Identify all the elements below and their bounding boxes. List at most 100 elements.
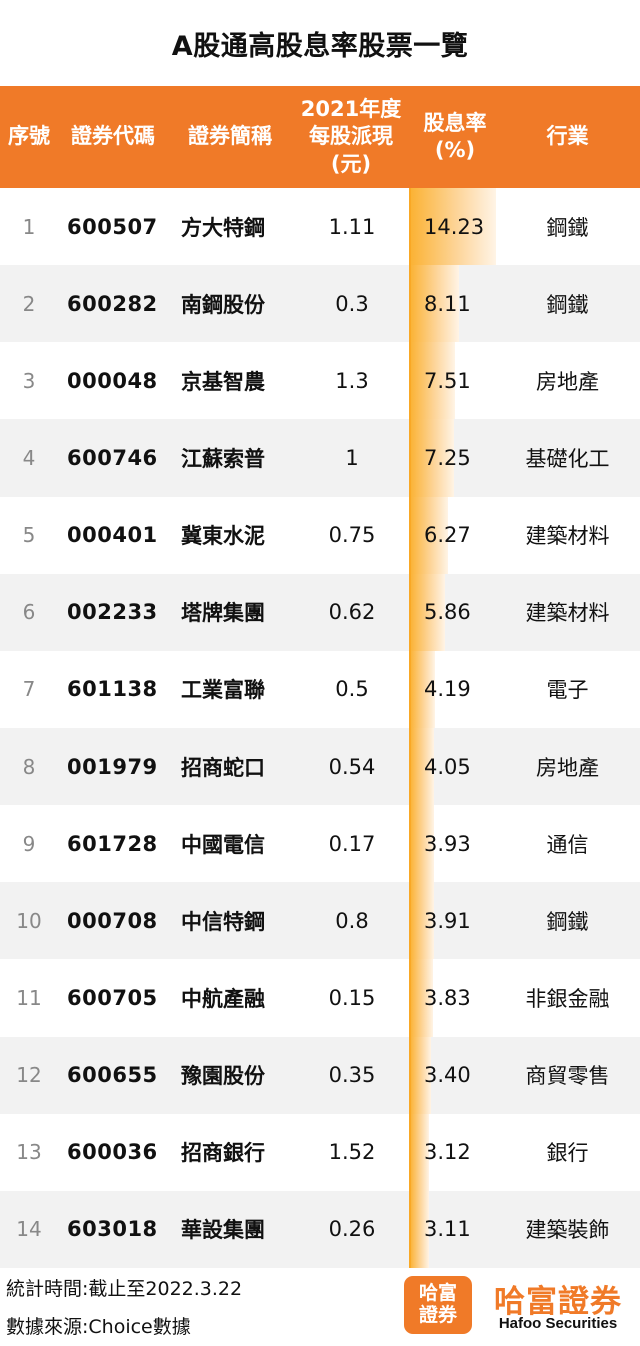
table-row: 6 002233 塔牌集團 0.62 5.86 建築材料 [0, 573, 640, 651]
row-dividend: 0.15 [328, 985, 376, 1010]
brand-logo-badge: 哈富 證券 [404, 1276, 472, 1334]
table-row: 11 600705 中航產融 0.15 3.83 非銀金融 [0, 959, 640, 1037]
row-yield: 3.83 [424, 985, 471, 1010]
row-index: 8 [22, 754, 36, 779]
header-yield-line1: 股息率 [423, 110, 487, 135]
brand-name-en: Hafoo Securities [498, 1315, 618, 1332]
header-index: 序號 [8, 124, 50, 149]
table-header: 序號 證券代碼 證券簡稱 2021年度 每股派現 (元) 股息率 (%) 行業 [0, 86, 640, 188]
row-name: 中國電信 [181, 832, 265, 857]
table-row: 14 603018 華設集團 0.26 3.11 建築裝飾 [0, 1190, 640, 1268]
table-row: 2 600282 南鋼股份 0.3 8.11 鋼鐵 [0, 265, 640, 343]
row-code: 000401 [67, 523, 158, 548]
row-dividend: 0.8 [335, 908, 369, 933]
table-row: 9 601728 中國電信 0.17 3.93 通信 [0, 805, 640, 883]
row-yield: 14.23 [424, 214, 485, 239]
row-index: 2 [22, 291, 36, 316]
row-yield: 8.11 [424, 291, 471, 316]
row-name: 豫園股份 [181, 1064, 265, 1089]
row-code: 001979 [67, 754, 158, 779]
row-name: 冀東水泥 [181, 524, 265, 549]
row-yield: 7.25 [424, 445, 471, 470]
row-name: 江蘇索普 [181, 446, 265, 471]
row-code: 600507 [67, 214, 158, 239]
row-yield: 5.86 [424, 600, 471, 625]
row-code: 000708 [67, 908, 158, 933]
row-yield: 3.40 [424, 1063, 471, 1088]
row-code: 600036 [67, 1140, 158, 1165]
row-code: 601138 [67, 677, 158, 702]
row-dividend: 0.3 [335, 291, 369, 316]
header-dividend-line3: (元) [330, 151, 372, 176]
row-yield: 7.51 [424, 368, 471, 393]
header-dividend-line1: 2021年度 [300, 97, 402, 122]
row-name: 中信特鋼 [181, 909, 265, 934]
row-dividend: 0.62 [328, 600, 376, 625]
brand-logo-line2: 證券 [418, 1304, 457, 1326]
yield-bar-axis [409, 188, 411, 1268]
row-index: 1 [22, 214, 36, 239]
row-name: 中航產融 [181, 986, 265, 1011]
row-dividend: 1 [345, 445, 359, 470]
stat-time-note: 統計時間:截止至2022.3.22 [6, 1278, 243, 1300]
header-code: 證券代碼 [71, 124, 155, 149]
row-name: 工業富聯 [181, 678, 265, 703]
table-row: 13 600036 招商銀行 1.52 3.12 銀行 [0, 1113, 640, 1191]
row-index: 5 [22, 523, 36, 548]
brand-logo-line1: 哈富 [418, 1282, 457, 1305]
row-index: 10 [16, 908, 42, 933]
row-yield: 4.19 [424, 677, 471, 702]
table-row: 4 600746 江蘇索普 1 7.25 基礎化工 [0, 419, 640, 497]
table-row: 7 601138 工業富聯 0.5 4.19 電子 [0, 650, 640, 728]
row-yield: 3.91 [424, 908, 471, 933]
row-dividend: 0.54 [328, 754, 376, 779]
row-name: 華設集團 [181, 1218, 265, 1243]
row-code: 600282 [67, 291, 158, 316]
row-code: 002233 [67, 600, 158, 625]
row-dividend: 0.26 [328, 1217, 376, 1242]
table-row: 1 600507 方大特鋼 1.11 14.23 鋼鐵 [0, 188, 640, 266]
row-dividend: 0.75 [328, 523, 376, 548]
header-name: 證券簡稱 [188, 124, 272, 149]
table-row: 10 000708 中信特鋼 0.8 3.91 鋼鐵 [0, 882, 640, 960]
row-index: 13 [16, 1140, 42, 1165]
row-name: 方大特鋼 [181, 215, 265, 240]
table-row: 3 000048 京基智農 1.3 7.51 房地產 [0, 342, 640, 420]
row-index: 11 [16, 985, 42, 1010]
row-code: 603018 [67, 1217, 158, 1242]
row-dividend: 1.11 [328, 214, 376, 239]
row-name: 招商銀行 [181, 1141, 265, 1166]
row-index: 14 [16, 1217, 42, 1242]
row-index: 4 [22, 445, 36, 470]
row-code: 601728 [67, 831, 158, 856]
row-dividend: 0.17 [328, 831, 376, 856]
table-row: 5 000401 冀東水泥 0.75 6.27 建築材料 [0, 496, 640, 574]
row-yield: 4.05 [424, 754, 471, 779]
row-code: 000048 [67, 368, 158, 393]
row-index: 7 [22, 677, 36, 702]
row-yield: 6.27 [424, 523, 471, 548]
row-yield: 3.12 [424, 1140, 471, 1165]
row-code: 600746 [67, 445, 158, 470]
row-name: 京基智農 [181, 369, 265, 394]
header-dividend: 2021年度 每股派現 (元) [292, 86, 410, 188]
header-dividend-line2: 每股派現 [309, 124, 393, 149]
header-industry: 行業 [546, 124, 589, 149]
row-code: 600705 [67, 985, 158, 1010]
row-dividend: 0.5 [335, 677, 369, 702]
row-index: 6 [22, 600, 36, 625]
row-yield: 3.93 [424, 831, 471, 856]
row-name: 南鋼股份 [181, 292, 265, 317]
row-dividend: 1.52 [328, 1140, 376, 1165]
row-code: 600655 [67, 1063, 158, 1088]
row-dividend: 1.3 [335, 368, 369, 393]
row-index: 12 [16, 1063, 42, 1088]
row-yield: 3.11 [424, 1217, 471, 1242]
page-title: A股通高股息率股票一覽 [171, 30, 469, 62]
table-row: 12 600655 豫園股份 0.35 3.40 商貿零售 [0, 1036, 640, 1114]
header-yield: 股息率 (%) [410, 86, 500, 188]
table-row: 8 001979 招商蛇口 0.54 4.05 房地產 [0, 728, 640, 806]
row-index: 9 [22, 831, 36, 856]
row-name: 招商蛇口 [181, 755, 265, 780]
row-dividend: 0.35 [328, 1063, 376, 1088]
